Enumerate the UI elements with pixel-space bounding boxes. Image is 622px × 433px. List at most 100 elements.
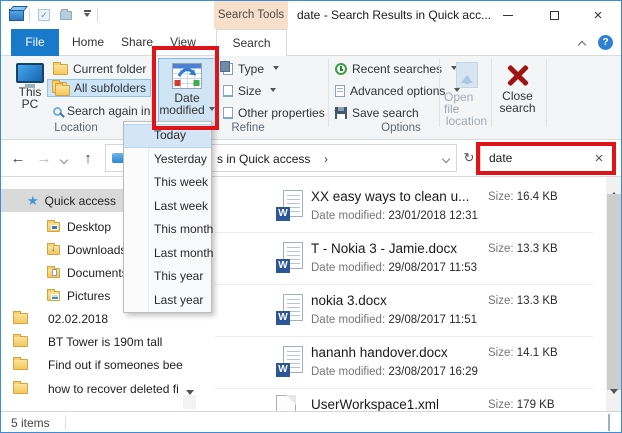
checkmark-icon bbox=[38, 9, 50, 21]
downloads-folder-icon bbox=[47, 245, 60, 255]
file-row[interactable]: hananh handover.docx Size: 14.1 KB Date … bbox=[201, 337, 601, 389]
sidebar-item-folder[interactable]: BT Tower is 190m tall bbox=[1, 330, 197, 353]
minimize-icon bbox=[503, 15, 513, 16]
menu-item-last-month[interactable]: Last month bbox=[124, 242, 211, 266]
recent-searches-icon bbox=[335, 63, 347, 75]
group-label-location: Location bbox=[21, 122, 131, 134]
save-search-button[interactable]: Save search bbox=[335, 104, 419, 122]
current-folder-button[interactable]: Current folder bbox=[53, 60, 146, 78]
maximize-button[interactable] bbox=[531, 1, 577, 29]
all-subfolders-button[interactable]: All subfolders bbox=[47, 79, 151, 97]
sidebar-item-folder[interactable]: how to recover deleted fi bbox=[1, 377, 197, 400]
menu-item-this-year[interactable]: This year bbox=[124, 265, 211, 289]
separator bbox=[328, 59, 329, 127]
qat-new-folder-button[interactable] bbox=[56, 6, 76, 24]
size-filter-button[interactable]: Size bbox=[223, 82, 276, 100]
scrollbar-thumb[interactable] bbox=[607, 194, 621, 390]
collapse-ribbon-icon[interactable] bbox=[572, 34, 592, 52]
file-row[interactable]: nokia 3.docx Size: 13.3 KB Date modified… bbox=[201, 285, 601, 337]
close-button[interactable]: × bbox=[575, 1, 621, 29]
menu-item-today[interactable]: Today bbox=[124, 124, 211, 148]
separator bbox=[151, 59, 152, 127]
computer-icon bbox=[16, 63, 44, 83]
title-bar: Search Tools date - Search Results in Qu… bbox=[1, 1, 621, 29]
date-modified-button[interactable]: Date modified bbox=[158, 58, 216, 130]
clear-search-icon[interactable]: × bbox=[590, 148, 608, 168]
file-icon bbox=[223, 107, 233, 119]
file-explorer-window: Search Tools date - Search Results in Qu… bbox=[0, 0, 622, 433]
qat-properties-button[interactable] bbox=[34, 6, 54, 24]
search-input[interactable] bbox=[489, 149, 584, 167]
recent-locations-icon[interactable] bbox=[57, 146, 71, 170]
date-modified-menu: Today Yesterday This week Last week This… bbox=[123, 121, 212, 313]
file-row[interactable]: XX easy ways to clean u... Size: 16.4 KB… bbox=[201, 181, 601, 233]
type-filter-button[interactable]: Type bbox=[223, 60, 279, 78]
details-view-button[interactable] bbox=[578, 414, 598, 431]
search-box[interactable]: × bbox=[480, 144, 613, 172]
desktop-folder-icon bbox=[47, 222, 60, 232]
quick-access-star-icon bbox=[27, 194, 39, 207]
folder-icon bbox=[60, 11, 72, 20]
breadcrumb-text[interactable]: s in Quick access bbox=[217, 152, 310, 166]
separator bbox=[439, 59, 440, 127]
breadcrumb-chevron[interactable]: › bbox=[324, 152, 328, 166]
subfolders-icon bbox=[52, 82, 69, 95]
menu-item-this-week[interactable]: This week bbox=[124, 171, 211, 195]
folder-icon bbox=[13, 313, 28, 324]
other-properties-button[interactable]: Other properties bbox=[223, 104, 340, 122]
close-icon: × bbox=[594, 8, 603, 23]
menu-item-this-month[interactable]: This month bbox=[124, 218, 211, 242]
documents-folder-icon bbox=[47, 268, 60, 278]
close-search-button[interactable]: Close search bbox=[494, 58, 541, 130]
pictures-folder-icon bbox=[47, 291, 60, 301]
file-row[interactable]: UserWorkspace1.xml Size: 179 KB bbox=[201, 389, 601, 411]
refresh-icon[interactable]: ↻ bbox=[459, 144, 479, 172]
main-content: Quick access Desktop Downloads Documents… bbox=[1, 177, 621, 411]
separator bbox=[491, 59, 492, 127]
contextual-tab-header[interactable]: Search Tools bbox=[214, 1, 288, 29]
chevron-down-icon bbox=[84, 10, 91, 20]
scroll-up-icon[interactable] bbox=[606, 177, 622, 192]
back-button[interactable]: ← bbox=[7, 146, 29, 170]
folder-icon bbox=[13, 336, 28, 347]
explorer-app-icon bbox=[9, 9, 24, 21]
qat-customize-button[interactable] bbox=[77, 6, 97, 24]
menu-item-yesterday[interactable]: Yesterday bbox=[124, 148, 211, 172]
close-search-icon bbox=[505, 63, 531, 87]
thumbnails-view-button[interactable] bbox=[599, 414, 619, 431]
up-button[interactable]: ↑ bbox=[77, 146, 99, 170]
group-label-options: Options bbox=[361, 122, 441, 134]
address-dropdown-icon[interactable] bbox=[442, 155, 450, 163]
forward-button[interactable]: → bbox=[33, 146, 55, 170]
tab-search[interactable]: Search bbox=[216, 29, 287, 57]
tab-home[interactable]: Home bbox=[63, 29, 113, 56]
file-row[interactable]: T - Nokia 3 - Jamie.docx Size: 13.3 KB D… bbox=[201, 233, 601, 285]
scroll-down-icon[interactable] bbox=[606, 394, 622, 409]
sidebar-scroll-down-icon[interactable] bbox=[183, 395, 196, 409]
tab-view[interactable]: View bbox=[161, 29, 205, 56]
sidebar-item-folder[interactable]: Find out if someones bee bbox=[1, 353, 197, 376]
separator bbox=[65, 415, 66, 430]
word-document-icon bbox=[276, 294, 303, 325]
group-label-refine: Refine bbox=[217, 122, 279, 134]
ribbon: This PC Current folder All subfolders Se… bbox=[1, 56, 621, 140]
menu-item-last-year[interactable]: Last year bbox=[124, 289, 211, 313]
menu-item-last-week[interactable]: Last week bbox=[124, 195, 211, 219]
separator bbox=[97, 8, 98, 22]
minimize-button[interactable] bbox=[485, 1, 531, 29]
advanced-options-button[interactable]: Advanced options bbox=[335, 82, 460, 100]
word-document-icon bbox=[276, 242, 303, 273]
address-bar-row: ← → ↑ s in Quick access › ↻ × bbox=[1, 140, 621, 177]
ribbon-tab-row: File Home Share View Search bbox=[1, 29, 621, 56]
this-pc-button[interactable]: This PC bbox=[9, 58, 51, 130]
item-count: 5 items bbox=[11, 416, 50, 430]
separator bbox=[29, 8, 30, 22]
save-icon bbox=[335, 107, 347, 119]
search-again-button[interactable]: Search again in bbox=[53, 102, 165, 120]
tab-share[interactable]: Share bbox=[115, 29, 159, 56]
separator bbox=[546, 59, 547, 127]
tab-file[interactable]: File bbox=[11, 29, 59, 56]
word-document-icon bbox=[276, 190, 303, 221]
help-icon[interactable] bbox=[598, 35, 613, 50]
scrollbar[interactable] bbox=[606, 177, 622, 411]
